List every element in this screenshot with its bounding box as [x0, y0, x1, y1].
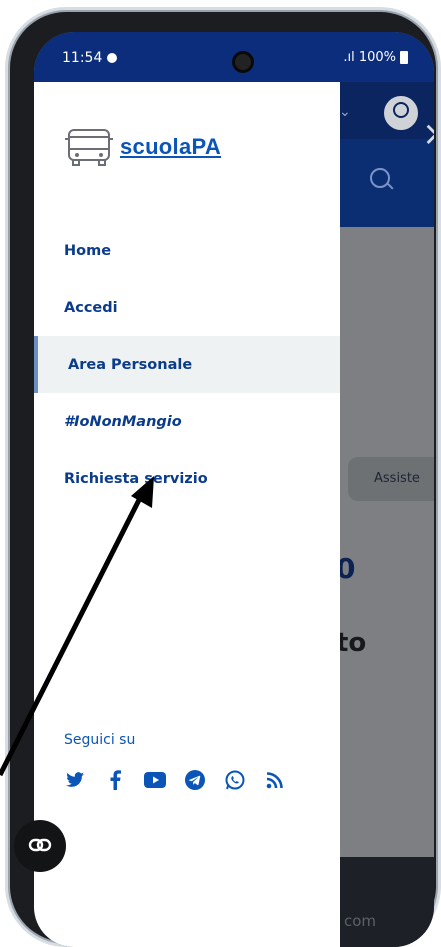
battery-text: .ıl 100%	[343, 50, 396, 65]
telegram-icon[interactable]	[184, 769, 206, 791]
phone-frame: 11:54 .ıl 100% ⌄ × Assiste 0 to com	[10, 12, 436, 947]
status-bar: 11:54 .ıl 100%	[34, 32, 434, 82]
user-avatar-icon[interactable]	[382, 94, 420, 132]
chevron-down-icon: ⌄	[339, 104, 351, 120]
status-right: .ıl 100%	[343, 50, 408, 65]
close-menu-icon[interactable]: ×	[422, 117, 434, 151]
nav-menu: Home Accedi Area Personale #IoNonMangio …	[34, 222, 340, 507]
phone-screen: 11:54 .ıl 100% ⌄ × Assiste 0 to com	[34, 32, 434, 947]
notification-dot-icon	[107, 53, 117, 63]
side-drawer: scuolaPA Home Accedi Area Personale #IoN…	[34, 82, 340, 947]
status-time: 11:54	[62, 50, 103, 66]
background-word: to	[336, 628, 367, 658]
follow-label: Seguici su	[64, 732, 136, 748]
twitter-icon[interactable]	[64, 769, 86, 791]
rss-icon[interactable]	[264, 769, 286, 791]
front-camera-icon	[232, 51, 254, 73]
brand-link[interactable]: scuolaPA	[64, 127, 221, 167]
search-icon[interactable]	[370, 168, 390, 188]
link-icon	[28, 838, 52, 852]
background-footer-text: com	[344, 912, 377, 930]
social-links	[64, 769, 286, 791]
nav-item-home[interactable]: Home	[34, 222, 340, 279]
background-assist-button: Assiste	[348, 457, 434, 501]
bus-logo-icon	[65, 129, 113, 166]
link-button[interactable]	[14, 820, 66, 872]
whatsapp-icon[interactable]	[224, 769, 246, 791]
youtube-icon[interactable]	[144, 769, 166, 791]
battery-icon	[400, 51, 408, 64]
assist-label: Assiste	[374, 471, 420, 486]
facebook-icon[interactable]	[104, 769, 126, 791]
nav-item-ionomangio[interactable]: #IoNonMangio	[34, 393, 340, 450]
nav-item-accedi[interactable]: Accedi	[34, 279, 340, 336]
nav-item-area-personale[interactable]: Area Personale	[34, 336, 340, 393]
nav-item-richiesta-servizio[interactable]: Richiesta servizio	[34, 450, 340, 507]
brand-name: scuolaPA	[120, 134, 222, 159]
